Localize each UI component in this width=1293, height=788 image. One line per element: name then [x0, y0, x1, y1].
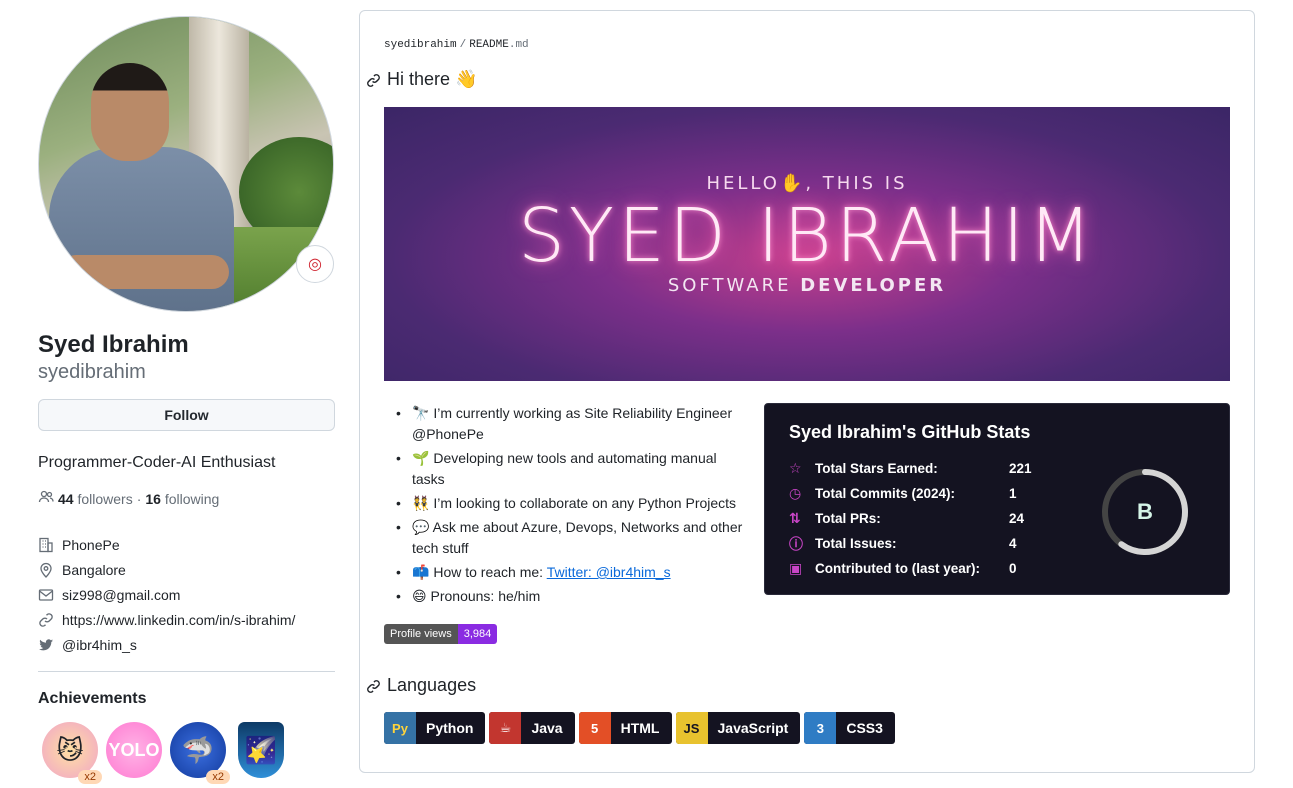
profile-username: syedibrahim [38, 361, 146, 383]
heading-hi-text: Hi there 👋 [387, 69, 478, 89]
css3-icon: 3 [804, 712, 837, 744]
list-item: 👯 I’m looking to collaborate on any Pyth… [390, 493, 750, 514]
stat-value: 24 [1009, 511, 1025, 526]
email-link[interactable]: siz998@gmail.com [62, 587, 180, 603]
banner-hello: HELLO✋, THIS IS [706, 173, 908, 194]
stats-row: ⓘ Total Issues: 4 [789, 535, 1017, 552]
badge-count: x2 [78, 770, 102, 784]
pull-shark-badge[interactable]: 😼 x2 [42, 722, 102, 784]
star-icon: ☆ [789, 460, 802, 476]
list-item: 🔭 I’m currently working as Site Reliabil… [390, 403, 750, 445]
anchor-link-icon[interactable] [366, 678, 381, 693]
twitter-link[interactable]: @ibr4him_s [62, 637, 137, 653]
stat-value: 1 [1009, 486, 1017, 501]
profile-bio: Programmer-Coder-AI Enthusiast [38, 454, 276, 471]
avatar[interactable] [38, 16, 334, 312]
stats-row: ▣ Contributed to (last year): 0 [789, 560, 1017, 576]
profile-name: Syed Ibrahim [38, 331, 189, 358]
list-item: 📫 How to reach me: Twitter: @ibr4him_s [390, 562, 750, 583]
list-item: 💬 Ask me about Azure, Devops, Networks a… [390, 517, 750, 559]
stats-row: ☆ Total Stars Earned: 221 [789, 460, 1032, 476]
organization-icon [38, 537, 54, 553]
path-separator: / [459, 39, 467, 51]
stat-value: 0 [1009, 561, 1017, 576]
stat-value: 221 [1009, 461, 1032, 476]
profile-sidebar: ◎ Syed Ibrahim syedibrahim Follow Progra… [38, 16, 335, 784]
twitter-item[interactable]: @ibr4him_s [38, 632, 335, 657]
stats-rows: ☆ Total Stars Earned: 221 ◷ Total Commits (… [789, 456, 1049, 581]
avatar-container: ◎ [38, 16, 334, 312]
readme-path-user[interactable]: syedibrahim [384, 39, 457, 51]
twitter-icon [38, 637, 54, 653]
target-icon[interactable]: ◎ [296, 245, 334, 283]
stats-row: ⇅ Total PRs: 24 [789, 510, 1025, 526]
list-item: 😄 Pronouns: he/him [390, 586, 750, 607]
company-item: PhonePe [38, 532, 335, 557]
profile-views-badge: Profile views 3,984 [384, 624, 498, 644]
heading-languages: Languages [366, 675, 476, 696]
following-link[interactable]: 16 following [145, 491, 219, 507]
location-icon [38, 562, 54, 578]
twitter-contact-link[interactable]: Twitter: @ibr4him_s [547, 564, 671, 580]
profile-views-label: Profile views [384, 624, 458, 644]
website-link[interactable]: https://www.linkedin.com/in/s-ibrahim/ [62, 612, 295, 628]
profile-views-value: 3,984 [457, 624, 498, 644]
readme-path: syedibrahim / README.md [384, 39, 529, 51]
pr-icon: ⇅ [789, 510, 801, 526]
issue-icon: ⓘ [789, 535, 803, 552]
heading-hi: Hi there 👋 [366, 69, 477, 90]
link-icon [38, 612, 54, 628]
stats-title: Syed Ibrahim's GitHub Stats [789, 422, 1031, 442]
list-item: 🌱 Developing new tools and automating ma… [390, 448, 750, 490]
language-badges: Py Python ☕ Java 5 HTML JS JavaScript 3 CSS3 [384, 712, 895, 744]
heading-languages-text: Languages [387, 675, 477, 695]
about-list: 🔭 I’m currently working as Site Reliabil… [390, 403, 750, 610]
stat-value: 4 [1009, 536, 1017, 551]
python-badge[interactable]: Py Python [384, 712, 486, 744]
java-icon: ☕ [489, 712, 522, 744]
yolo-badge[interactable]: YOLO [106, 722, 162, 778]
follow-button[interactable]: Follow [38, 399, 335, 431]
repo-icon: ▣ [789, 560, 803, 576]
location-text: Bangalore [62, 561, 126, 578]
follow-separator: · [136, 490, 142, 507]
people-icon [38, 489, 54, 508]
quickdraw-badge[interactable]: 🦈 x2 [170, 722, 230, 784]
readme-path-file: README [469, 39, 509, 51]
clock-icon: ◷ [789, 485, 802, 501]
location-item: Bangalore [38, 557, 335, 582]
html5-icon: 5 [578, 712, 611, 744]
sidebar-divider [38, 671, 335, 672]
python-icon: Py [384, 712, 416, 744]
badge-count: x2 [206, 770, 230, 784]
follow-stats: 44 followers · 16 following [38, 489, 335, 508]
email-item[interactable]: siz998@gmail.com [38, 582, 335, 607]
css3-badge[interactable]: 3 CSS3 [804, 712, 895, 744]
banner-role: SOFTWARE DEVELOPER [667, 275, 947, 296]
stats-row: ◷ Total Commits (2024): 1 [789, 485, 1017, 501]
achievements-title: Achievements [38, 690, 147, 707]
grade-letter: B [1137, 499, 1153, 524]
profile-details: PhonePe Bangalore siz998@gmail.com https… [38, 532, 335, 657]
website-item[interactable]: https://www.linkedin.com/in/s-ibrahim/ [38, 607, 335, 632]
javascript-icon: JS [675, 712, 708, 744]
followers-link[interactable]: 44 followers [58, 491, 133, 507]
readme-box: syedibrahim / README.md Hi there 👋 HELLO✋,… [359, 10, 1255, 773]
starstruck-badge[interactable]: 🌠 [238, 722, 284, 778]
javascript-badge[interactable]: JS JavaScript [675, 712, 801, 744]
java-badge[interactable]: ☕ Java [489, 712, 575, 744]
html-badge[interactable]: 5 HTML [578, 712, 672, 744]
anchor-link-icon[interactable] [366, 72, 381, 87]
hero-banner: HELLO✋, THIS IS SYED IBRAHIM SOFTWARE DE… [384, 107, 1230, 381]
readme-path-ext: .md [508, 39, 529, 51]
company-text: PhonePe [62, 536, 120, 553]
banner-name: SYED IBRAHIM [517, 193, 1097, 279]
github-stats-card: Syed Ibrahim's GitHub Stats ☆ Total Stars… [764, 403, 1230, 595]
achievement-badges: 😼 x2 YOLO 🦈 x2 🌠 [38, 722, 335, 784]
mail-icon [38, 587, 54, 603]
